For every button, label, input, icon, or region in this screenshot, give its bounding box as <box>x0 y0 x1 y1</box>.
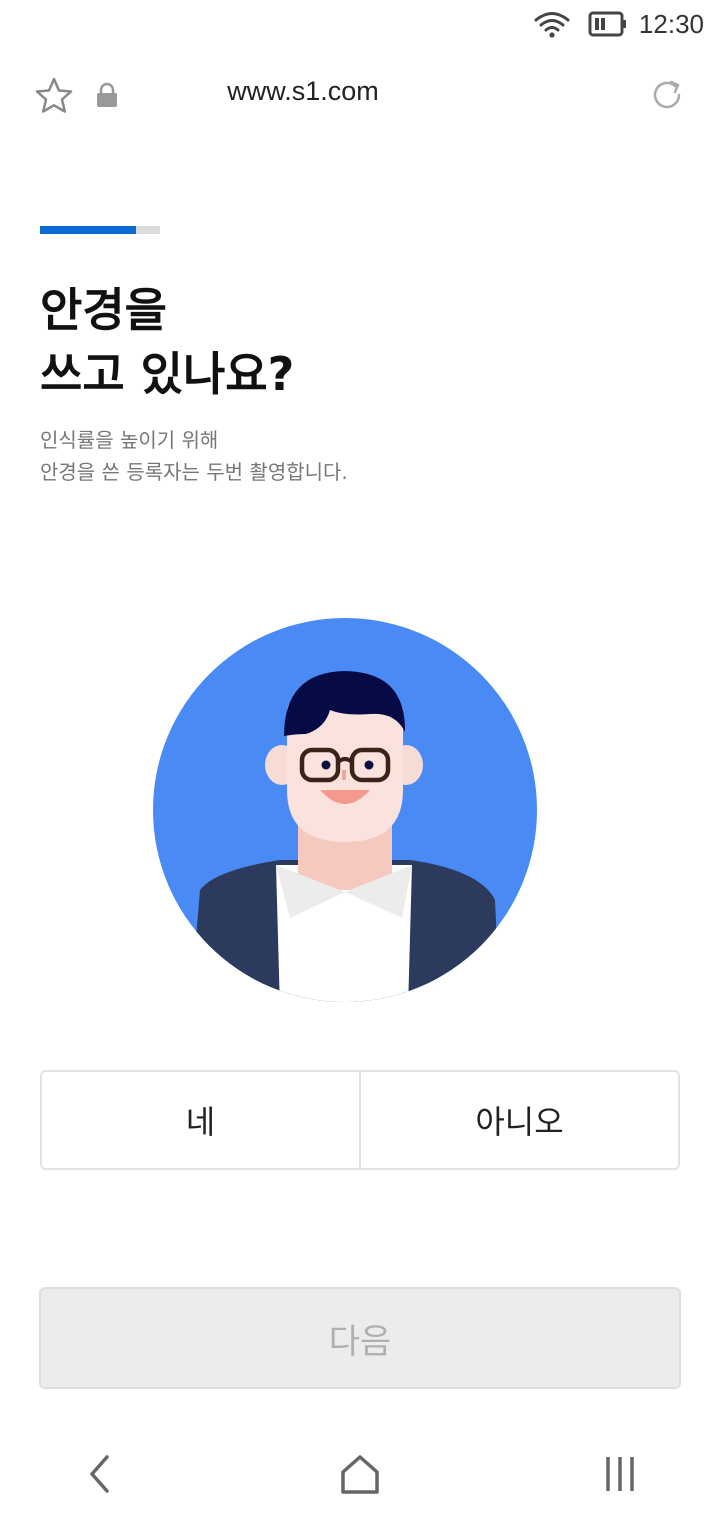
step-progress-bar <box>40 226 160 234</box>
recents-icon[interactable] <box>602 1454 638 1494</box>
title-line-1: 안경을 <box>40 283 167 337</box>
person-with-glasses-avatar <box>153 618 537 1002</box>
wifi-icon <box>534 12 570 38</box>
url-text[interactable]: www.s1.com <box>0 76 606 107</box>
battery-icon <box>588 11 626 37</box>
back-icon[interactable] <box>84 1452 114 1496</box>
description: 인식률을 높이기 위해 안경을 쓴 등록자는 두번 촬영합니다. <box>40 424 348 488</box>
glasses-choice-group: 네 아니오 <box>40 1070 680 1170</box>
system-nav-bar <box>0 1430 720 1520</box>
page-title: 안경을 쓰고 있나요? <box>40 278 294 406</box>
yes-button[interactable]: 네 <box>42 1072 359 1168</box>
status-bar: 12:30 <box>0 0 720 48</box>
description-line-1: 인식률을 높이기 위해 <box>40 428 219 452</box>
browser-address-bar: www.s1.com <box>0 62 720 128</box>
step-progress-fill <box>40 226 136 234</box>
status-time: 12:30 <box>638 9 704 39</box>
home-icon[interactable] <box>338 1452 382 1496</box>
title-line-2: 쓰고 있나요? <box>40 347 295 401</box>
no-button[interactable]: 아니오 <box>359 1072 678 1168</box>
description-line-2: 안경을 쓴 등록자는 두번 촬영합니다. <box>40 460 348 484</box>
next-button[interactable]: 다음 <box>39 1287 681 1389</box>
reload-icon[interactable] <box>648 76 686 114</box>
